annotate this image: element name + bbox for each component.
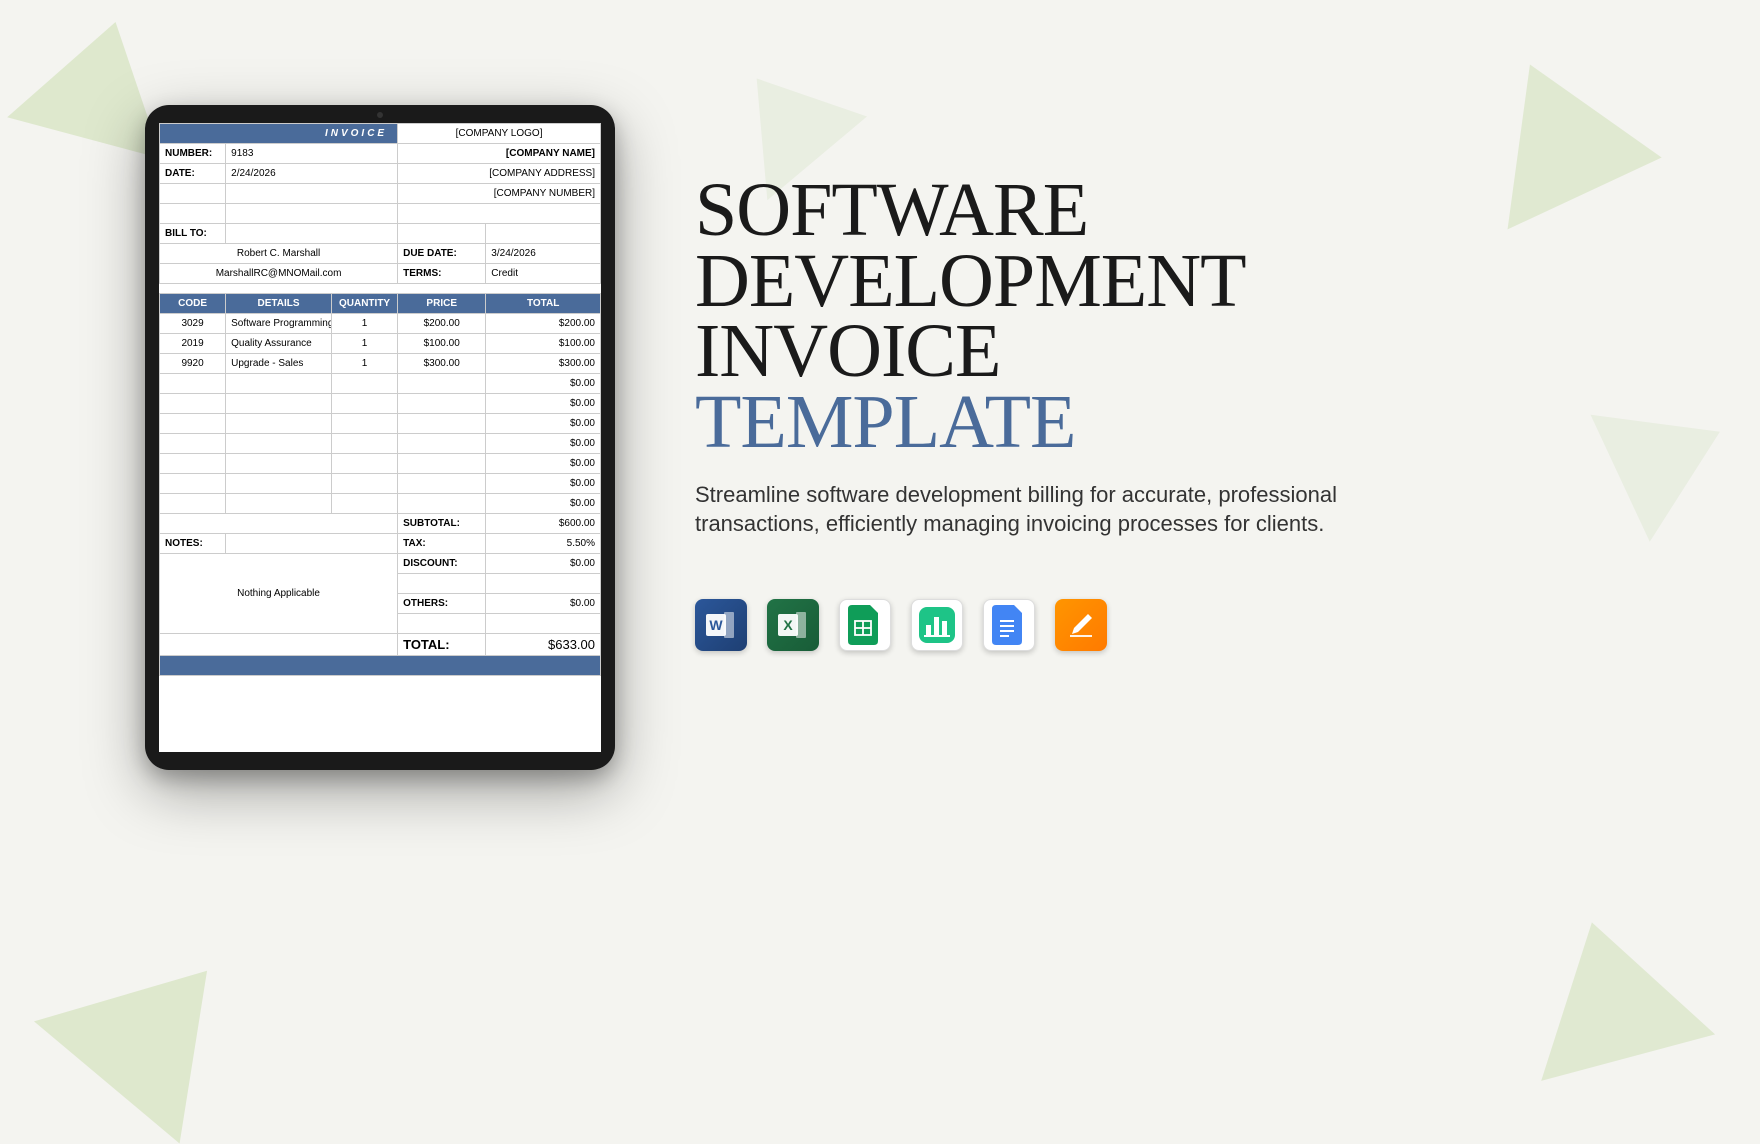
date-label: DATE: [160,164,226,184]
others-label: OTHERS: [398,594,486,614]
footer-bar [160,656,601,676]
format-icons: W X [695,599,1375,651]
svg-text:X: X [783,617,793,633]
bill-to-label: BILL TO: [160,224,226,244]
col-price: PRICE [398,294,486,314]
title-line-4: TEMPLATE [695,380,1075,464]
number-value: 9183 [226,144,398,164]
total-value: $633.00 [486,634,601,656]
table-row: 2019 Quality Assurance 1 $100.00 $100.00 [160,334,601,354]
col-quantity: QUANTITY [331,294,397,314]
bill-to-name: Robert C. Marshall [160,244,398,264]
google-docs-icon[interactable] [983,599,1035,651]
col-code: CODE [160,294,226,314]
company-address-placeholder: [COMPANY ADDRESS] [398,164,601,184]
tax-value: 5.50% [486,534,601,554]
due-date-label: DUE DATE: [398,244,486,264]
number-label: NUMBER: [160,144,226,164]
svg-text:W: W [709,617,723,633]
tax-label: TAX: [398,534,486,554]
discount-label: DISCOUNT: [398,554,486,574]
bill-to-email: MarshallRC@MNOMail.com [160,264,398,284]
notes-label: NOTES: [160,534,226,554]
excel-icon[interactable]: X [767,599,819,651]
apple-pages-icon[interactable] [1055,599,1107,651]
invoice-header: INVOICE [160,124,398,144]
terms-label: TERMS: [398,264,486,284]
due-date-value: 3/24/2026 [486,244,601,264]
col-details: DETAILS [226,294,332,314]
date-value: 2/24/2026 [226,164,398,184]
company-number-placeholder: [COMPANY NUMBER] [398,184,601,204]
terms-value: Credit [486,264,601,284]
page-title: SOFTWARE DEVELOPMENT INVOICE TEMPLATE [695,175,1375,458]
tablet-mockup: INVOICE [COMPANY LOGO] NUMBER: 9183 [COM… [145,105,615,770]
company-logo-placeholder: [COMPANY LOGO] [398,124,601,144]
table-row: 9920 Upgrade - Sales 1 $300.00 $300.00 [160,354,601,374]
subtotal-value: $600.00 [486,514,601,534]
others-value: $0.00 [486,594,601,614]
description: Streamline software development billing … [695,480,1375,539]
discount-value: $0.00 [486,554,601,574]
apple-numbers-icon[interactable] [911,599,963,651]
invoice-document: INVOICE [COMPANY LOGO] NUMBER: 9183 [COM… [159,123,601,752]
notes-value: Nothing Applicable [160,554,398,634]
company-name-placeholder: [COMPANY NAME] [398,144,601,164]
table-row: 3029 Software Programming 1 $200.00 $200… [160,314,601,334]
google-sheets-icon[interactable] [839,599,891,651]
total-label: TOTAL: [398,634,486,656]
word-icon[interactable]: W [695,599,747,651]
subtotal-label: SUBTOTAL: [398,514,486,534]
col-total: TOTAL [486,294,601,314]
